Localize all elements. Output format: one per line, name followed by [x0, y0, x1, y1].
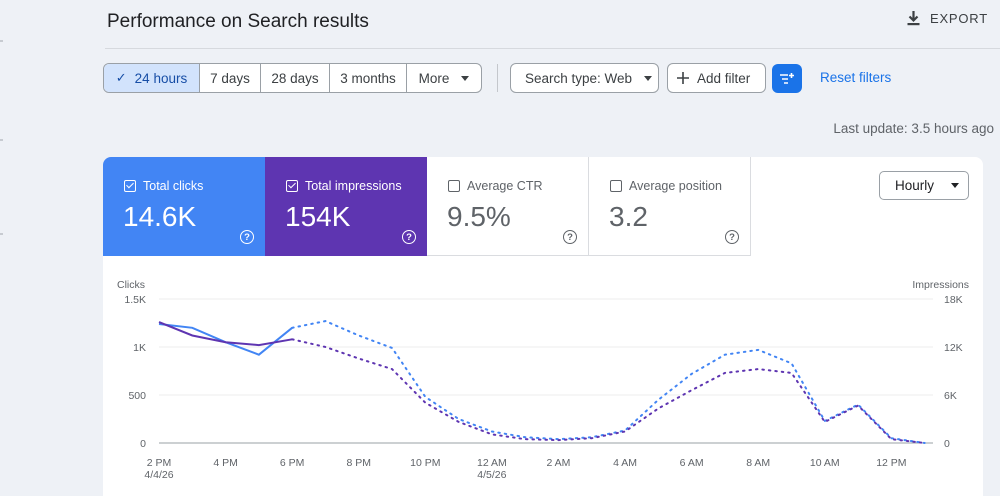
x-tick-label: 12 PM [876, 457, 906, 469]
x-tick-label: 10 PM [410, 457, 440, 469]
filter-icon [780, 72, 794, 84]
y-tick-left: 1.5K [124, 294, 146, 306]
y-axis-label-left: Clicks [117, 279, 145, 291]
range-label: More [418, 70, 450, 86]
caret-down-icon [644, 75, 653, 81]
y-tick-right: 6K [944, 390, 957, 402]
x-tick-label: 6 PM [280, 457, 305, 469]
performance-card: Total clicks 14.6K ? Total impressions 1… [103, 157, 983, 496]
filter-settings-button[interactable] [772, 64, 802, 93]
x-tick-sublabel: 4/5/26 [477, 469, 506, 481]
x-tick-sublabel: 4/4/26 [144, 469, 173, 481]
y-tick-right: 0 [944, 438, 950, 450]
y-tick-right: 18K [944, 294, 963, 306]
y-tick-left: 1K [133, 342, 146, 354]
page-header: Performance on Search results EXPORT [105, 0, 1000, 49]
plus-icon [677, 72, 689, 84]
series-line-clicks [158, 322, 293, 356]
last-update-text: Last update: 3.5 hours ago [833, 121, 994, 136]
caret-down-icon [461, 75, 470, 81]
date-range-toolbar: ✓ 24 hours 7 days 28 days 3 months More [103, 63, 482, 93]
x-tick-label: 4 PM [213, 457, 238, 469]
range-3-months[interactable]: 3 months [330, 64, 407, 92]
performance-chart: 0 0 500 6K 1K 12K 1.5K 18K Clicks Impressions 2 PM… [117, 279, 969, 481]
range-7-days[interactable]: 7 days [200, 64, 261, 92]
series-projection-clicks [291, 320, 926, 444]
search-type-label: Search type: Web [525, 70, 633, 86]
y-tick-left: 0 [140, 438, 146, 450]
y-axis-label-right: Impressions [912, 279, 969, 291]
export-button[interactable]: EXPORT [906, 10, 988, 26]
y-tick-right: 12K [944, 342, 963, 354]
date-range-selector: ✓ 24 hours 7 days 28 days 3 months More [103, 63, 482, 93]
check-icon: ✓ [115, 70, 127, 85]
range-label: 28 days [271, 70, 319, 86]
download-icon [907, 11, 920, 26]
x-tick-label: 8 PM [346, 457, 371, 469]
x-tick-label: 6 AM [680, 457, 704, 469]
range-28-days[interactable]: 28 days [261, 64, 330, 92]
range-more-dropdown[interactable]: More [407, 64, 481, 92]
range-label: 3 months [340, 70, 396, 86]
range-24-hours[interactable]: ✓ 24 hours [104, 64, 200, 92]
y-tick-left: 500 [128, 390, 146, 402]
export-label: EXPORT [929, 10, 988, 26]
x-tick-label: 4 AM [613, 457, 637, 469]
x-tick-label: 2 PM [147, 457, 172, 469]
x-tick-label: 2 AM [547, 457, 571, 469]
toolbar-divider [497, 64, 498, 92]
add-filter-label: Add filter [697, 70, 751, 86]
add-filter-button[interactable]: Add filter [667, 63, 766, 93]
search-type-dropdown[interactable]: Search type: Web [510, 63, 659, 93]
range-label: 24 hours [134, 70, 188, 86]
reset-filters-link[interactable]: Reset filters [820, 70, 891, 85]
range-label: 7 days [210, 70, 250, 86]
x-tick-label: 8 AM [746, 457, 770, 469]
x-tick-label: 10 AM [810, 457, 840, 469]
page-title: Performance on Search results [107, 11, 369, 32]
series-projection-impressions [291, 338, 926, 444]
x-tick-label: 12 AM [477, 457, 507, 469]
